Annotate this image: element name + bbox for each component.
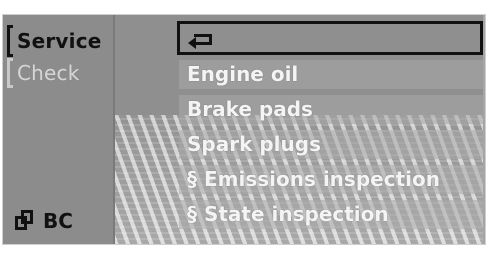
sidebar: Service Check BC <box>3 15 115 244</box>
bc-label: BC <box>43 209 73 233</box>
scrollbar[interactable] <box>483 15 485 244</box>
back-arrow-icon <box>188 30 214 50</box>
bc-button[interactable]: BC <box>15 207 73 235</box>
sidebar-item-check[interactable]: Check <box>3 57 115 89</box>
service-menu: Engine oil Brake pads Spark plugs § Emis… <box>177 21 483 235</box>
menu-item-emissions-inspection[interactable]: § Emissions inspection <box>179 165 483 194</box>
dual-window-icon <box>15 210 37 232</box>
back-button[interactable] <box>177 21 483 55</box>
menu-item-brake-pads[interactable]: Brake pads <box>179 95 483 124</box>
menu-item-engine-oil[interactable]: Engine oil <box>179 60 483 89</box>
menu-item-spark-plugs[interactable]: Spark plugs <box>179 130 483 159</box>
display-screen: Service Check BC Engine oil Brake pads S… <box>2 14 486 245</box>
sidebar-item-service[interactable]: Service <box>3 25 115 57</box>
menu-item-state-inspection[interactable]: § State inspection <box>179 200 483 229</box>
